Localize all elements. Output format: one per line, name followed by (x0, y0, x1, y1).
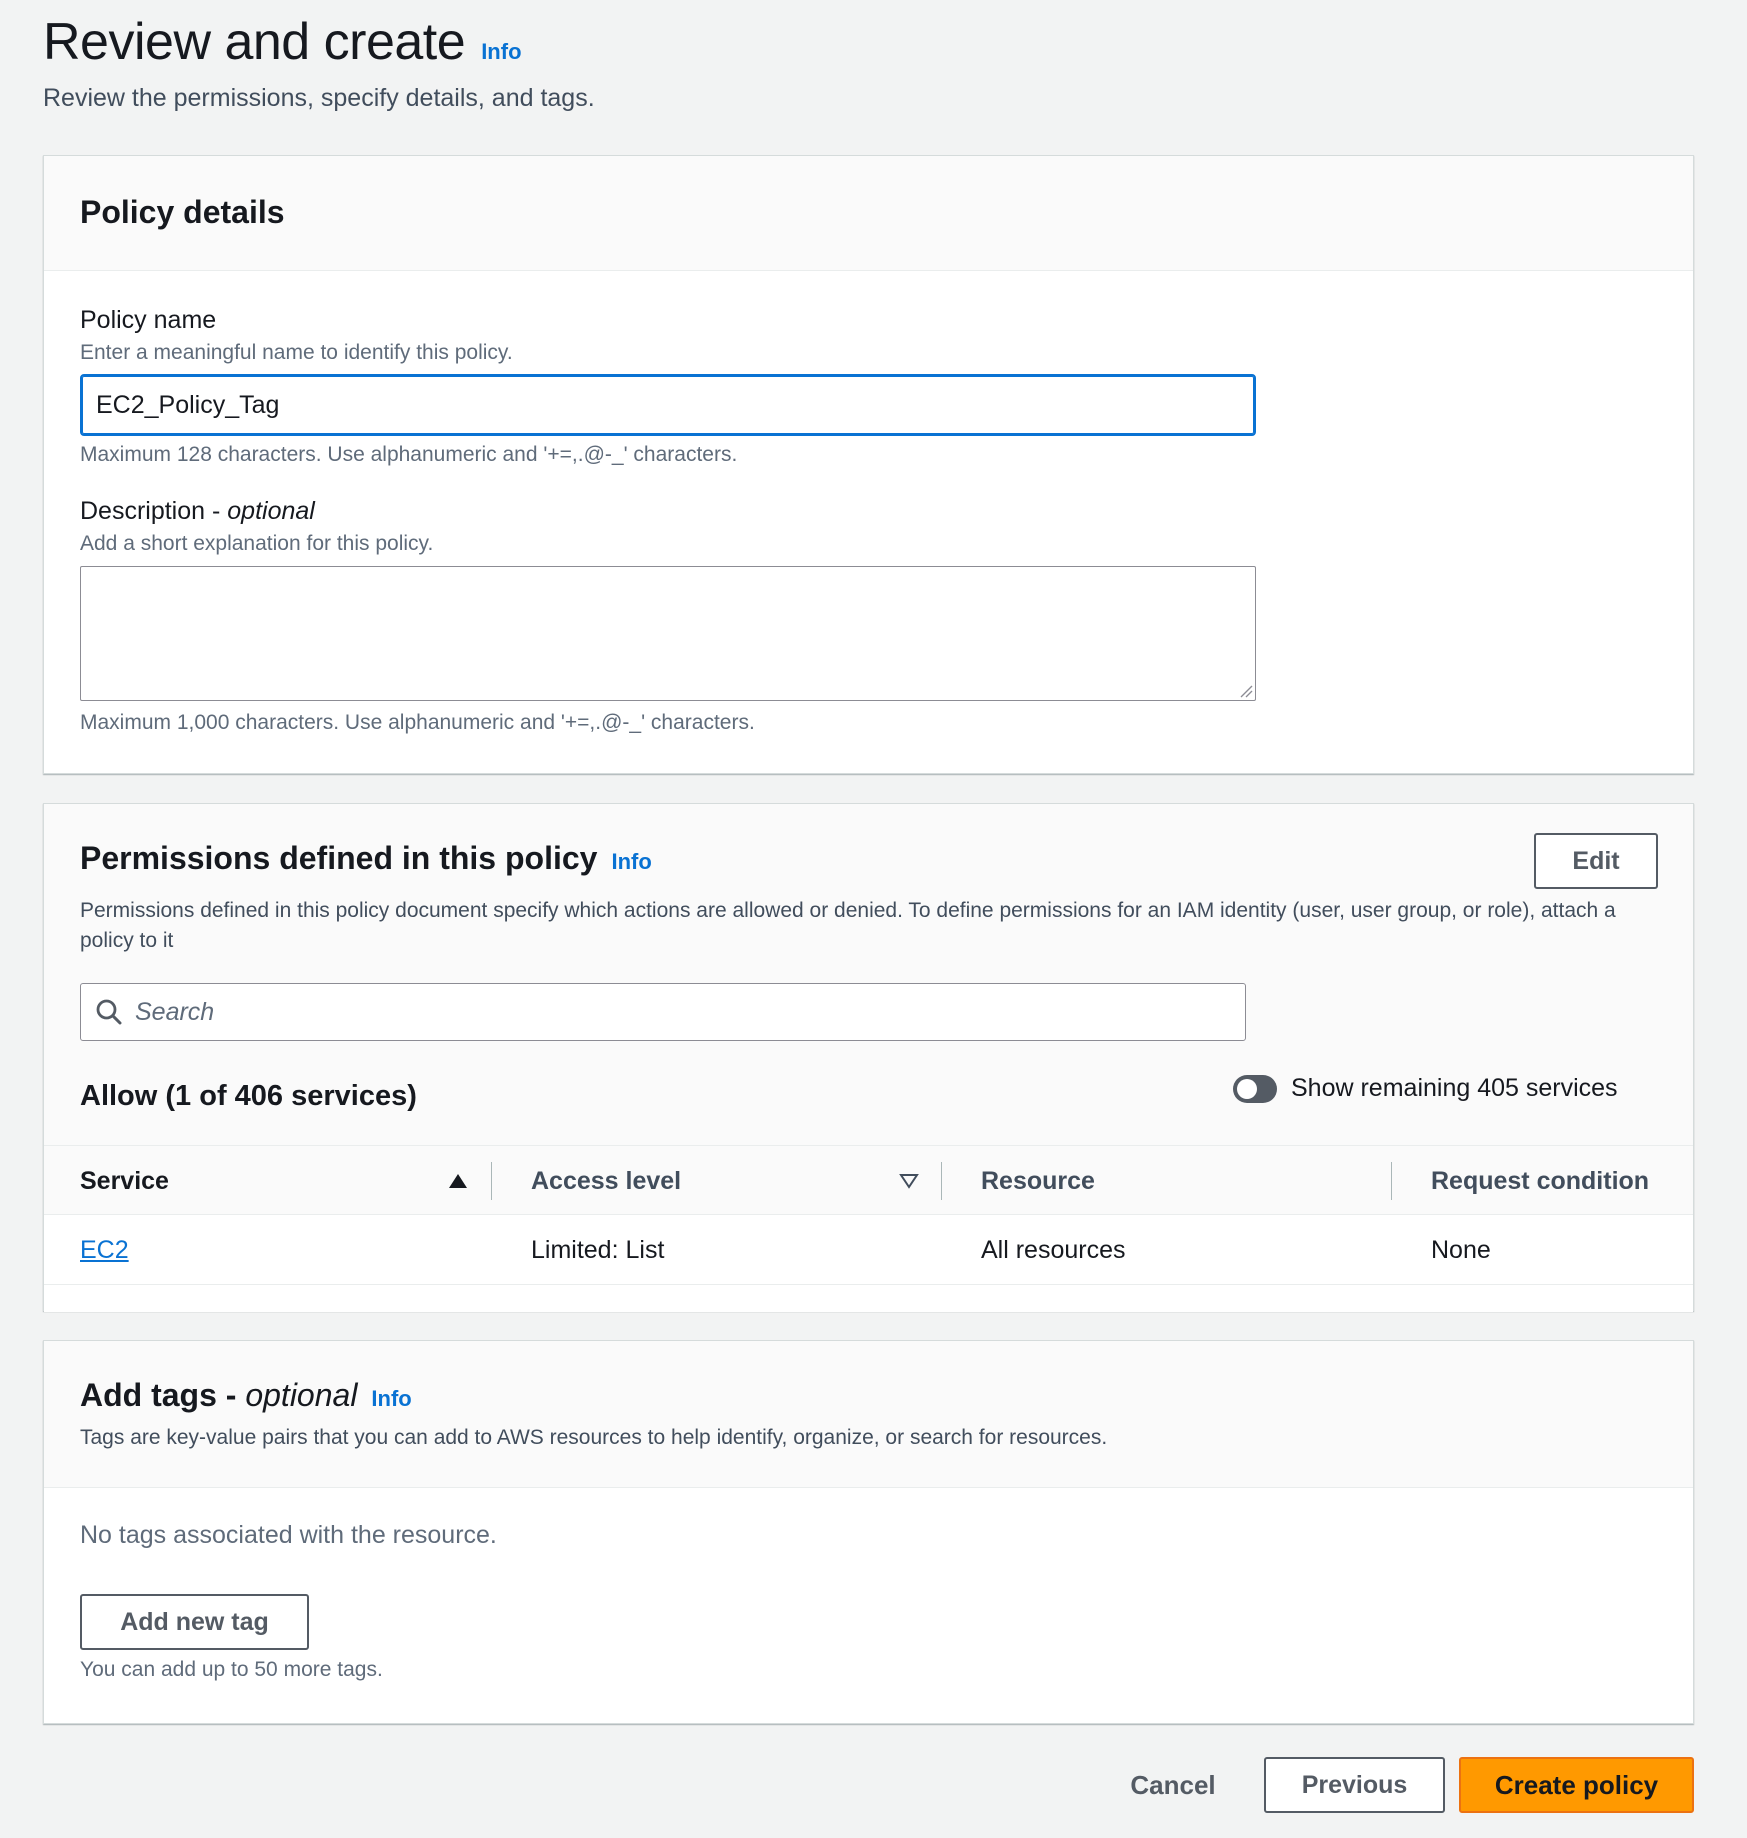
allow-title: Allow (1 of 406 services) (80, 1080, 417, 1112)
previous-button[interactable]: Previous (1264, 1757, 1445, 1813)
tags-title: Add tags - optional (80, 1377, 357, 1414)
table-header: Service Access level Resource Request co… (44, 1145, 1693, 1215)
permissions-description: Permissions defined in this policy docum… (80, 899, 1616, 952)
permissions-table: Service Access level Resource Request co… (44, 1145, 1693, 1312)
policy-name-label: Policy name (80, 306, 217, 334)
show-remaining-label: Show remaining 405 services (1291, 1074, 1618, 1102)
show-remaining-toggle[interactable] (1233, 1074, 1277, 1103)
column-divider[interactable] (941, 1162, 942, 1200)
column-header-resource[interactable]: Resource (981, 1146, 1095, 1216)
show-remaining-toggle-group: Show remaining 405 services (1233, 1074, 1618, 1103)
cell-access-level: Limited: List (531, 1235, 665, 1264)
permissions-header: Permissions defined in this policy Info (80, 840, 652, 877)
review-and-create-page: Review and create Info Review the permis… (0, 0, 1747, 1838)
search-input[interactable] (135, 997, 1245, 1027)
policy-details-title: Policy details (80, 194, 285, 230)
description-label-text: Description - (80, 497, 228, 525)
column-header-service[interactable]: Service (80, 1146, 169, 1216)
permissions-info-link[interactable]: Info (611, 849, 651, 875)
tags-info-link[interactable]: Info (371, 1386, 411, 1412)
policy-details-panel: Policy details Policy name Enter a meani… (43, 155, 1694, 774)
column-header-request-condition[interactable]: Request condition (1431, 1146, 1649, 1216)
description-optional-text: optional (227, 497, 315, 525)
column-divider[interactable] (1391, 1162, 1392, 1200)
table-row: EC2 Limited: List All resources None (44, 1215, 1693, 1285)
tags-optional-text: optional (245, 1377, 358, 1413)
search-icon (96, 999, 122, 1025)
tags-description: Tags are key-value pairs that you can ad… (80, 1426, 1108, 1449)
cell-request-condition: None (1431, 1235, 1491, 1264)
table-footer (44, 1285, 1693, 1312)
tags-limit-hint: You can add up to 50 more tags. (80, 1658, 383, 1681)
tags-header: Add tags - optional Info Tags are key-va… (44, 1341, 1693, 1488)
description-help: Add a short explanation for this policy. (80, 532, 434, 555)
cancel-button[interactable]: Cancel (1120, 1757, 1226, 1813)
tags-title-row: Add tags - optional Info (80, 1377, 1657, 1414)
policy-name-description: Enter a meaningful name to identify this… (80, 341, 513, 364)
no-tags-message: No tags associated with the resource. (80, 1521, 497, 1549)
create-policy-button[interactable]: Create policy (1459, 1757, 1694, 1813)
permissions-title: Permissions defined in this policy (80, 840, 598, 876)
page-subtitle: Review the permissions, specify details,… (43, 84, 595, 112)
cell-resource: All resources (981, 1235, 1126, 1264)
description-constraint: Maximum 1,000 characters. Use alphanumer… (80, 711, 755, 734)
sort-descending-icon[interactable] (899, 1146, 919, 1216)
policy-details-header: Policy details (44, 156, 1693, 271)
policy-name-input[interactable] (80, 374, 1256, 436)
policy-name-constraint: Maximum 128 characters. Use alphanumeric… (80, 443, 738, 466)
service-link-ec2[interactable]: EC2 (80, 1236, 129, 1265)
tags-panel: Add tags - optional Info Tags are key-va… (43, 1340, 1694, 1724)
resize-handle-icon[interactable] (1239, 684, 1253, 698)
column-header-access-level[interactable]: Access level (531, 1146, 681, 1216)
permissions-search[interactable] (80, 983, 1246, 1041)
edit-button[interactable]: Edit (1534, 833, 1658, 889)
tags-title-text: Add tags - (80, 1377, 246, 1413)
add-new-tag-button[interactable]: Add new tag (80, 1594, 309, 1650)
permissions-panel: Permissions defined in this policy Info … (43, 803, 1694, 1312)
cell-service: EC2 (80, 1215, 129, 1285)
page-title: Review and create (43, 13, 466, 71)
sort-ascending-icon[interactable] (448, 1146, 468, 1216)
column-divider[interactable] (491, 1162, 492, 1200)
page-header: Review and create Info (43, 12, 522, 72)
description-textarea[interactable] (80, 566, 1256, 701)
page-info-link[interactable]: Info (481, 39, 521, 65)
description-label: Description - optional (80, 497, 315, 526)
